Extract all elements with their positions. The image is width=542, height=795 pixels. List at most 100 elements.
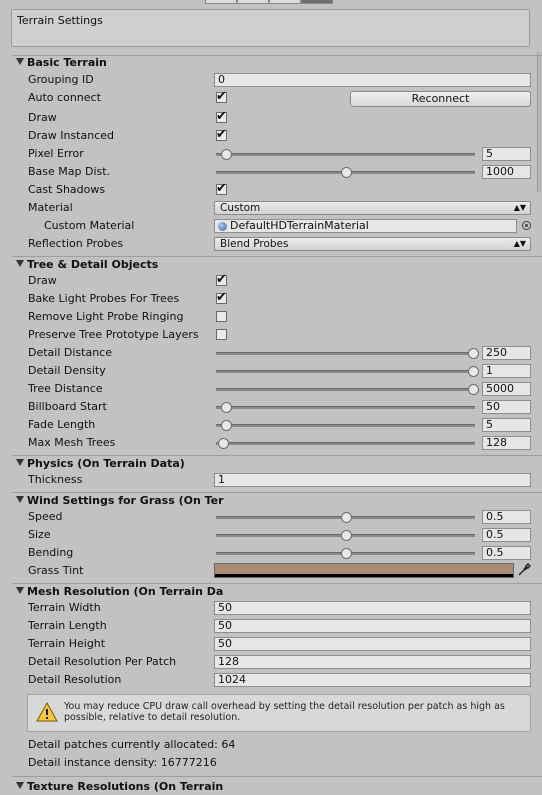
- section-header-mesh-resolution[interactable]: Mesh Resolution (On Terrain Da: [16, 585, 232, 598]
- slider-handle[interactable]: [468, 366, 479, 377]
- slider-handle[interactable]: [468, 348, 479, 359]
- draw-label: Draw: [28, 111, 57, 124]
- slider-handle[interactable]: [220, 402, 232, 413]
- custom-material-value: DefaultHDTerrainMaterial: [230, 219, 369, 232]
- foldout-arrow-icon: [16, 782, 24, 789]
- bake-light-probes-checkbox[interactable]: ✔: [216, 290, 227, 305]
- foldout-arrow-icon: [16, 587, 24, 594]
- wind-size-slider[interactable]: [214, 528, 477, 542]
- slider-handle[interactable]: [340, 530, 352, 541]
- slider-handle[interactable]: [340, 167, 352, 178]
- checkmark-icon: ✔: [216, 290, 227, 305]
- wind-speed-field[interactable]: 0.5: [482, 510, 531, 524]
- scrollbar[interactable]: [537, 52, 542, 192]
- tool-button-paint[interactable]: [237, 0, 269, 4]
- foldout-arrow-icon: [16, 496, 24, 503]
- wind-bending-field[interactable]: 0.5: [482, 546, 531, 560]
- tree-draw-checkbox[interactable]: ✔: [216, 273, 227, 286]
- tree-distance-field[interactable]: 5000: [482, 382, 531, 396]
- foldout-arrow-icon: [16, 58, 24, 65]
- detail-distance-label: Detail Distance: [28, 346, 112, 359]
- draw-instanced-checkbox[interactable]: ✔: [216, 127, 227, 142]
- section-header-basic-terrain[interactable]: Basic Terrain: [16, 56, 107, 69]
- billboard-start-slider[interactable]: [214, 400, 477, 414]
- slider-handle[interactable]: [468, 384, 479, 395]
- section-header-texture-resolutions[interactable]: Texture Resolutions (On Terrain: [16, 780, 232, 793]
- max-mesh-trees-field[interactable]: 128: [482, 436, 531, 450]
- billboard-start-field[interactable]: 50: [482, 400, 531, 414]
- fade-length-label: Fade Length: [28, 418, 96, 431]
- auto-connect-checkbox[interactable]: ✔: [216, 90, 227, 103]
- grass-tint-color-field[interactable]: [214, 563, 514, 578]
- section-title: Wind Settings for Grass (On Ter: [27, 494, 224, 507]
- terrain-settings-title: Terrain Settings: [17, 14, 103, 27]
- reflection-probes-value: Blend Probes: [220, 238, 289, 250]
- tool-button-trees[interactable]: [269, 0, 301, 4]
- wind-speed-slider[interactable]: [214, 510, 477, 524]
- section-title: Tree & Detail Objects: [27, 258, 159, 271]
- section-title: Texture Resolutions (On Terrain: [27, 780, 224, 793]
- wind-size-label: Size: [28, 528, 51, 541]
- wind-size-field[interactable]: 0.5: [482, 528, 531, 542]
- tree-distance-slider[interactable]: [214, 382, 479, 396]
- object-picker-icon[interactable]: [522, 221, 531, 230]
- cast-shadows-checkbox[interactable]: ✔: [216, 181, 227, 196]
- foldout-arrow-icon: [16, 459, 24, 466]
- tool-button-raise[interactable]: [205, 0, 237, 4]
- detail-patches-text: Detail patches currently allocated: 64: [28, 738, 236, 751]
- slider-handle[interactable]: [220, 149, 232, 160]
- wind-speed-label: Speed: [28, 510, 63, 523]
- preserve-tree-layers-checkbox[interactable]: [216, 329, 227, 340]
- material-dropdown[interactable]: Custom ▲▼: [214, 201, 531, 215]
- reconnect-button[interactable]: Reconnect: [350, 91, 531, 107]
- terrain-height-field[interactable]: 50: [214, 637, 531, 651]
- pixel-error-field[interactable]: 5: [482, 147, 531, 161]
- terrain-settings-box: Terrain Settings: [11, 9, 530, 47]
- wind-bending-slider[interactable]: [214, 546, 477, 560]
- slider-handle[interactable]: [218, 438, 230, 449]
- terrain-length-field[interactable]: 50: [214, 619, 531, 633]
- section-header-physics[interactable]: Physics (On Terrain Data): [16, 457, 185, 470]
- preserve-tree-layers-label: Preserve Tree Prototype Layers: [28, 328, 199, 341]
- detail-density-slider[interactable]: [214, 364, 479, 378]
- detail-distance-slider[interactable]: [214, 346, 479, 360]
- slider-handle[interactable]: [340, 548, 352, 559]
- eyedropper-icon[interactable]: [517, 563, 531, 577]
- reflection-probes-dropdown[interactable]: Blend Probes ▲▼: [214, 237, 531, 251]
- grouping-id-label: Grouping ID: [28, 73, 94, 86]
- thickness-field[interactable]: 1: [214, 473, 531, 487]
- section-header-wind[interactable]: Wind Settings for Grass (On Ter: [16, 494, 232, 507]
- pixel-error-label: Pixel Error: [28, 147, 84, 160]
- slider-handle[interactable]: [340, 512, 352, 523]
- custom-material-field[interactable]: DefaultHDTerrainMaterial: [214, 219, 517, 233]
- terrain-width-field[interactable]: 50: [214, 601, 531, 615]
- base-map-dist-field[interactable]: 1000: [482, 165, 531, 179]
- remove-probe-ringing-checkbox[interactable]: [216, 311, 227, 322]
- detail-per-patch-label: Detail Resolution Per Patch: [28, 655, 177, 668]
- detail-per-patch-field[interactable]: 128: [214, 655, 531, 669]
- detail-distance-field[interactable]: 250: [482, 346, 531, 360]
- max-mesh-trees-slider[interactable]: [214, 436, 477, 450]
- tree-distance-label: Tree Distance: [28, 382, 103, 395]
- base-map-dist-slider[interactable]: [214, 165, 477, 179]
- checkmark-icon: ✔: [216, 109, 227, 124]
- draw-checkbox[interactable]: ✔: [216, 109, 227, 124]
- terrain-width-label: Terrain Width: [28, 601, 101, 614]
- detail-density-text: Detail instance density: 16777216: [28, 756, 217, 769]
- slider-handle[interactable]: [220, 420, 232, 431]
- material-label: Material: [28, 201, 73, 214]
- tool-button-settings[interactable]: [301, 0, 333, 4]
- pixel-error-slider[interactable]: [214, 147, 477, 161]
- fade-length-slider[interactable]: [214, 418, 477, 432]
- cast-shadows-label: Cast Shadows: [28, 183, 106, 196]
- grouping-id-field[interactable]: 0: [214, 73, 531, 87]
- bake-light-probes-label: Bake Light Probes For Trees: [28, 292, 180, 305]
- checkmark-icon: ✔: [216, 181, 227, 196]
- fade-length-field[interactable]: 5: [482, 418, 531, 432]
- remove-probe-ringing-label: Remove Light Probe Ringing: [28, 310, 184, 323]
- material-dropdown-value: Custom: [220, 202, 261, 214]
- detail-resolution-field[interactable]: 1024: [214, 673, 531, 687]
- checkmark-icon: ✔: [216, 127, 227, 142]
- detail-density-field[interactable]: 1: [482, 364, 531, 378]
- section-header-tree-detail[interactable]: Tree & Detail Objects: [16, 258, 158, 271]
